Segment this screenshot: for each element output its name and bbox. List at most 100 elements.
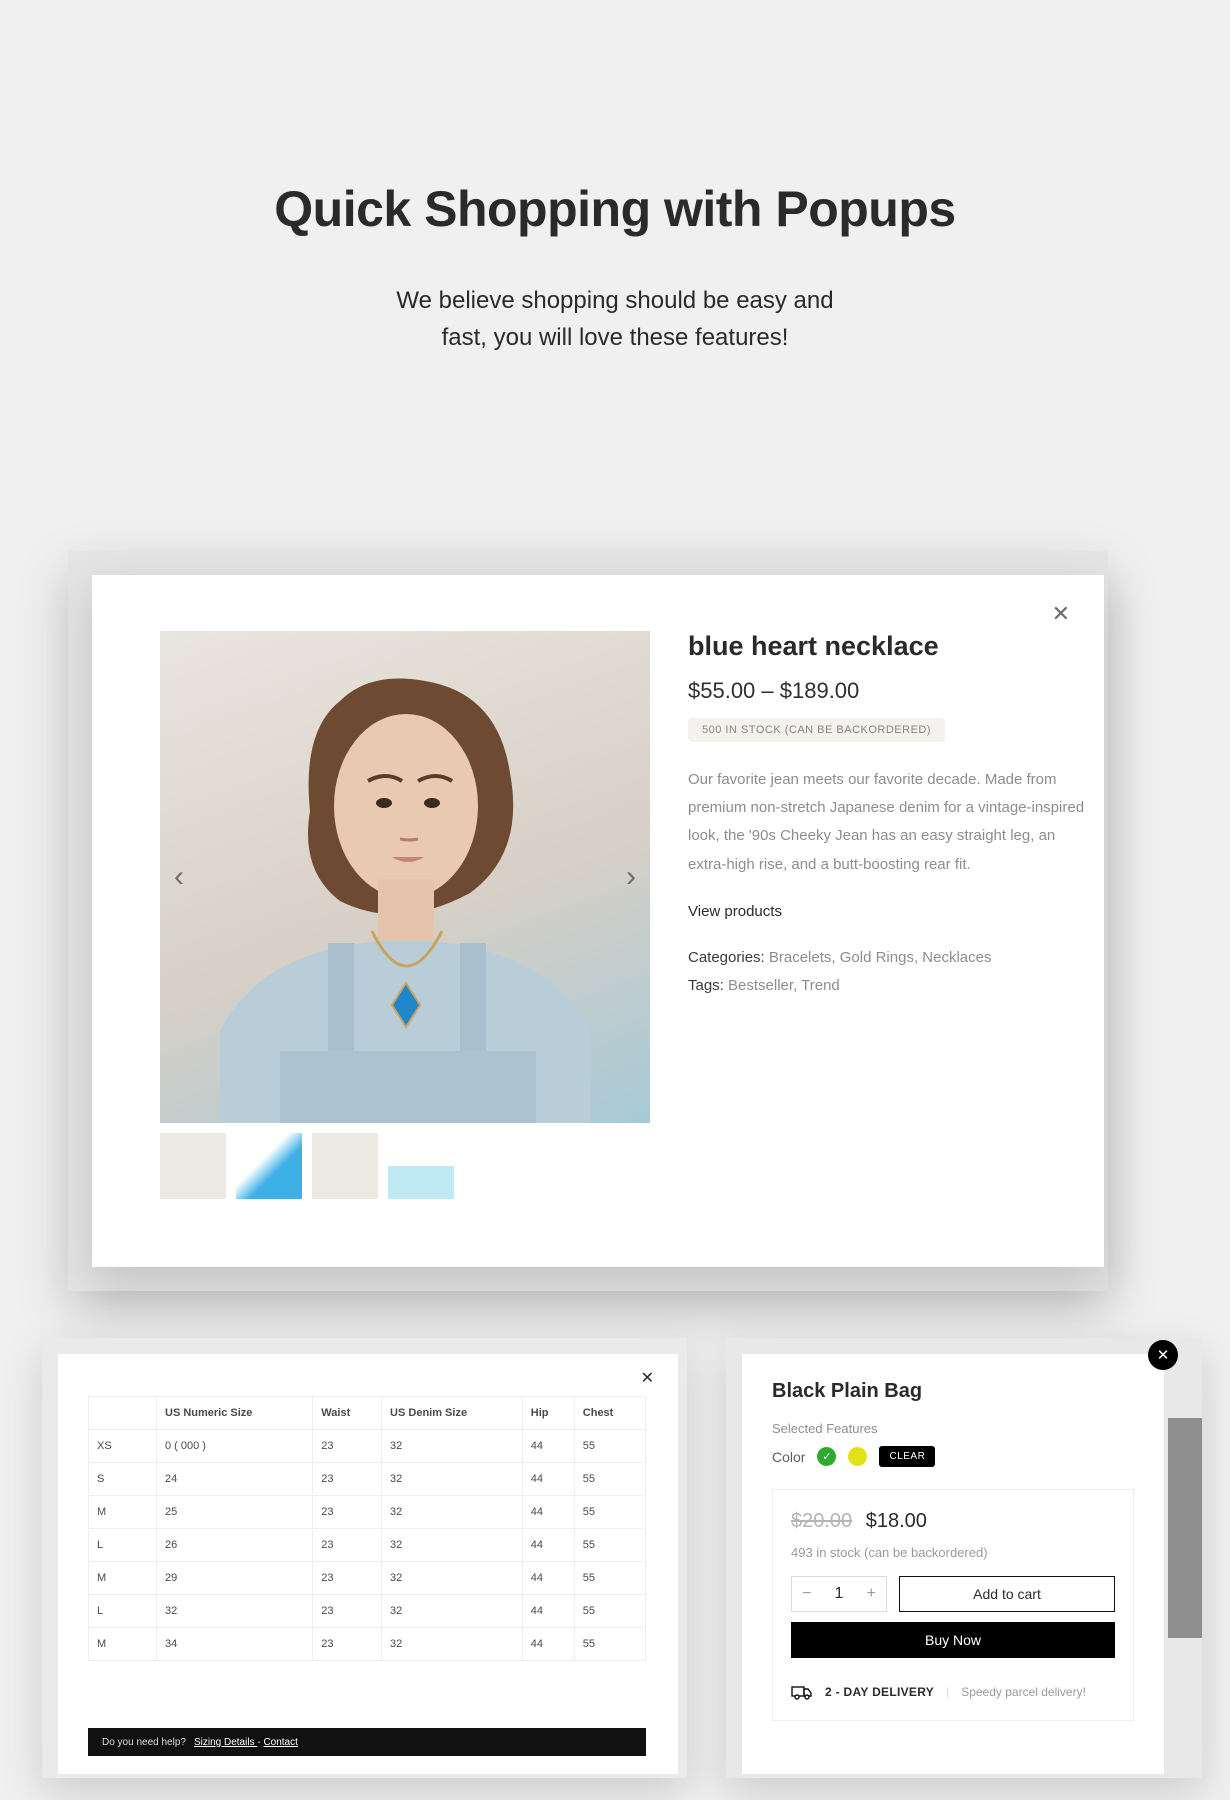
table-row: S2423324455: [89, 1463, 646, 1496]
categories-label: Categories:: [688, 949, 769, 966]
sizechart-footer: Do you need help? Sizing Details - Conta…: [88, 1728, 646, 1756]
quickview-background: ✕: [68, 551, 1108, 1291]
product-info: blue heart necklace $55.00 – $189.00 500…: [688, 631, 1088, 1001]
stock-badge: 500 IN STOCK (CAN BE BACKORDERED): [688, 718, 945, 742]
table-cell: 23: [313, 1595, 382, 1628]
table-cell: 44: [522, 1496, 574, 1529]
table-cell: 44: [522, 1463, 574, 1496]
sizechart-background: ✕ US Numeric SizeWaistUS Denim SizeHipCh…: [42, 1338, 687, 1778]
size-chart-header: [89, 1397, 157, 1430]
view-products-link[interactable]: View products: [688, 903, 1088, 920]
color-label: Color: [772, 1449, 805, 1465]
table-cell: L: [89, 1529, 157, 1562]
product-meta: Categories: Bracelets, Gold Rings, Neckl…: [688, 944, 1088, 1001]
size-chart-header: Hip: [522, 1397, 574, 1430]
table-cell: 23: [313, 1496, 382, 1529]
table-cell: 32: [382, 1562, 523, 1595]
table-cell: 55: [574, 1529, 645, 1562]
table-cell: M: [89, 1496, 157, 1529]
subtitle-line-2: fast, you will love these features!: [442, 324, 789, 351]
clear-button[interactable]: CLEAR: [879, 1446, 935, 1467]
cart-purchase-box: $20.00 $18.00 493 in stock (can be backo…: [772, 1489, 1134, 1721]
contact-link[interactable]: Contact: [263, 1737, 297, 1748]
qty-minus-icon[interactable]: −: [802, 1585, 811, 1603]
table-cell: 55: [574, 1628, 645, 1661]
delivery-label: 2 - DAY DELIVERY: [825, 1685, 934, 1699]
subtitle-line-1: We believe shopping should be easy and: [396, 287, 833, 314]
table-cell: 25: [157, 1496, 313, 1529]
color-swatch-green[interactable]: ✓: [817, 1447, 836, 1466]
product-description: Our favorite jean meets our favorite dec…: [688, 766, 1088, 879]
product-name: blue heart necklace: [688, 631, 1088, 662]
table-cell: 24: [157, 1463, 313, 1496]
product-thumbnails: [160, 1133, 454, 1199]
color-swatch-yellow[interactable]: [848, 1447, 867, 1466]
table-cell: 34: [157, 1628, 313, 1661]
size-chart-header: US Numeric Size: [157, 1397, 313, 1430]
close-icon[interactable]: ✕: [1052, 601, 1070, 627]
table-cell: 23: [313, 1463, 382, 1496]
categories-list[interactable]: Bracelets, Gold Rings, Necklaces: [769, 949, 992, 966]
help-text: Do you need help?: [102, 1737, 186, 1748]
size-chart-header: US Denim Size: [382, 1397, 523, 1430]
separator: |: [946, 1685, 949, 1699]
delivery-info: 2 - DAY DELIVERY | Speedy parcel deliver…: [791, 1684, 1115, 1700]
table-cell: 23: [313, 1430, 382, 1463]
page-subtitle: We believe shopping should be easy and f…: [0, 282, 1230, 356]
table-cell: 23: [313, 1562, 382, 1595]
close-icon[interactable]: ✕: [1148, 1340, 1178, 1370]
buy-now-button[interactable]: Buy Now: [791, 1622, 1115, 1658]
table-cell: 32: [382, 1430, 523, 1463]
cart-price: $20.00 $18.00: [791, 1510, 1115, 1533]
table-cell: 32: [382, 1628, 523, 1661]
table-row: L3223324455: [89, 1595, 646, 1628]
sizing-details-link[interactable]: Sizing Details: [194, 1737, 257, 1748]
table-row: M2923324455: [89, 1562, 646, 1595]
carousel-next-icon[interactable]: ›: [626, 860, 636, 894]
cart-product-title: Black Plain Bag: [772, 1380, 1134, 1403]
quickview-modal: ✕: [92, 575, 1104, 1267]
sizechart-modal: ✕ US Numeric SizeWaistUS Denim SizeHipCh…: [58, 1354, 678, 1774]
table-cell: XS: [89, 1430, 157, 1463]
table-cell: S: [89, 1463, 157, 1496]
model-figure-illustration: [160, 631, 650, 1123]
product-main-image: ‹ ›: [160, 631, 650, 1123]
table-row: M3423324455: [89, 1628, 646, 1661]
table-cell: 44: [522, 1562, 574, 1595]
add-to-cart-button[interactable]: Add to cart: [899, 1576, 1115, 1612]
table-cell: 44: [522, 1529, 574, 1562]
current-price: $18.00: [866, 1510, 927, 1532]
table-cell: 55: [574, 1562, 645, 1595]
selected-features-label: Selected Features: [772, 1421, 1134, 1436]
table-cell: L: [89, 1595, 157, 1628]
product-price: $55.00 – $189.00: [688, 678, 1088, 704]
table-cell: 55: [574, 1496, 645, 1529]
table-cell: M: [89, 1562, 157, 1595]
carousel-prev-icon[interactable]: ‹: [174, 860, 184, 894]
table-cell: 55: [574, 1430, 645, 1463]
thumbnail-1[interactable]: [160, 1133, 226, 1199]
background-strip: [1168, 1418, 1202, 1638]
page-title: Quick Shopping with Popups: [0, 180, 1230, 238]
size-chart-table: US Numeric SizeWaistUS Denim SizeHipChes…: [88, 1396, 646, 1661]
table-cell: 44: [522, 1595, 574, 1628]
table-row: L2623324455: [89, 1529, 646, 1562]
qty-plus-icon[interactable]: +: [867, 1585, 876, 1603]
thumbnail-2[interactable]: [236, 1133, 302, 1199]
thumbnail-3[interactable]: [312, 1133, 378, 1199]
tags-list[interactable]: Bestseller, Trend: [728, 977, 840, 994]
cart-background: ✕ Black Plain Bag Selected Features Colo…: [726, 1338, 1202, 1778]
table-cell: 55: [574, 1463, 645, 1496]
truck-icon: [791, 1684, 813, 1700]
close-icon[interactable]: ✕: [641, 1368, 654, 1388]
table-cell: 32: [382, 1463, 523, 1496]
size-chart-header: Waist: [313, 1397, 382, 1430]
thumbnail-4[interactable]: [388, 1133, 454, 1199]
table-cell: 44: [522, 1430, 574, 1463]
table-cell: 26: [157, 1529, 313, 1562]
table-cell: 44: [522, 1628, 574, 1661]
delivery-note: Speedy parcel delivery!: [961, 1685, 1086, 1699]
table-cell: 32: [382, 1595, 523, 1628]
quantity-stepper[interactable]: − 1 +: [791, 1576, 887, 1612]
table-row: M2523324455: [89, 1496, 646, 1529]
